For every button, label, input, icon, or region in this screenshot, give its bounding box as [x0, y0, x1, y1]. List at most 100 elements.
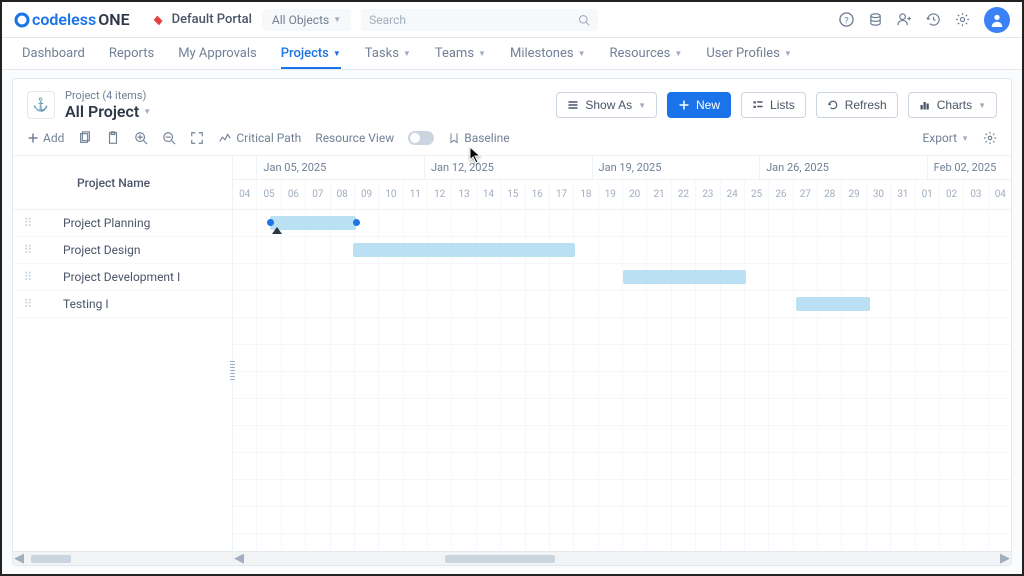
- day-header: 01: [916, 180, 940, 209]
- gantt-row[interactable]: [233, 264, 1011, 291]
- scrollbar-thumb[interactable]: [445, 555, 555, 563]
- gantt-bar[interactable]: [353, 243, 575, 257]
- day-header: 13: [452, 180, 476, 209]
- logo-icon: [14, 12, 30, 28]
- caret-down-icon: ▼: [333, 49, 341, 58]
- gantt-row[interactable]: [233, 372, 1011, 399]
- drag-grip-icon[interactable]: ⠿: [13, 243, 43, 257]
- nav-tasks[interactable]: Tasks▼: [365, 40, 411, 67]
- show-as-button[interactable]: Show As▼: [556, 92, 657, 118]
- day-header: 23: [696, 180, 720, 209]
- critical-path-button[interactable]: Critical Path: [218, 131, 301, 145]
- baseline-button[interactable]: Baseline: [448, 131, 509, 145]
- nav-user-profiles[interactable]: User Profiles▼: [706, 40, 791, 67]
- anchor-icon[interactable]: ⚓: [27, 91, 55, 119]
- gantt-bar[interactable]: [796, 297, 870, 311]
- day-header: 25: [745, 180, 769, 209]
- caret-down-icon: ▼: [403, 49, 411, 58]
- resource-view-button[interactable]: Resource View: [315, 131, 394, 145]
- user-add-icon[interactable]: [897, 12, 912, 27]
- right-scrollbar[interactable]: ◀▶: [233, 551, 1011, 565]
- help-icon[interactable]: ?: [839, 12, 854, 27]
- week-header: Jan 05, 2025: [257, 156, 425, 179]
- export-button[interactable]: Export▼: [922, 131, 969, 145]
- day-header: 08: [331, 180, 355, 209]
- gantt-row[interactable]: [233, 318, 1011, 345]
- gantt-row[interactable]: [233, 507, 1011, 534]
- drag-grip-icon[interactable]: ⠿: [13, 270, 43, 284]
- add-button[interactable]: Add: [27, 131, 64, 145]
- gantt-left-panel: Project Name ⠿Project Planning⠿Project D…: [13, 156, 233, 565]
- day-header: 31: [891, 180, 915, 209]
- new-button[interactable]: New: [667, 92, 731, 118]
- gantt-row[interactable]: [233, 291, 1011, 318]
- gantt-row[interactable]: [233, 237, 1011, 264]
- refresh-button[interactable]: Refresh: [816, 92, 898, 118]
- nav-reports[interactable]: Reports: [109, 40, 154, 67]
- zoom-in-icon[interactable]: [134, 131, 148, 145]
- paste-icon[interactable]: [106, 131, 120, 145]
- caret-down-icon: ▼: [578, 49, 586, 58]
- gantt-bar[interactable]: [270, 216, 356, 230]
- day-header: 28: [818, 180, 842, 209]
- week-header: Jan 12, 2025: [425, 156, 593, 179]
- resource-view-toggle[interactable]: [408, 131, 434, 145]
- portal-selector[interactable]: Default Portal: [152, 12, 252, 27]
- fullscreen-icon[interactable]: [190, 131, 204, 145]
- nav-resources[interactable]: Resources▼: [610, 40, 683, 67]
- day-header: 16: [526, 180, 550, 209]
- gantt-row[interactable]: [233, 480, 1011, 507]
- day-header: 22: [672, 180, 696, 209]
- copy-icon[interactable]: [78, 131, 92, 145]
- table-row[interactable]: ⠿Project Development I: [13, 264, 232, 291]
- timeline-weeks: Jan 05, 2025Jan 12, 2025Jan 19, 2025Jan …: [233, 156, 1011, 180]
- caret-down-icon: ▼: [674, 49, 682, 58]
- week-header: Jan 26, 2025: [760, 156, 928, 179]
- page: ⚓ Project (4 items) All Project▼ Show As…: [2, 70, 1022, 574]
- drag-grip-icon[interactable]: ⠿: [13, 297, 43, 311]
- gantt-chart: Project Name ⠿Project Planning⠿Project D…: [13, 156, 1011, 565]
- gantt-row[interactable]: [233, 399, 1011, 426]
- table-row[interactable]: ⠿Project Design: [13, 237, 232, 264]
- avatar[interactable]: [984, 7, 1010, 33]
- top-icons: ?: [839, 7, 1010, 33]
- object-selector-label: All Objects: [272, 13, 329, 27]
- page-title[interactable]: All Project▼: [65, 102, 151, 121]
- left-scrollbar[interactable]: ◀: [13, 551, 232, 565]
- drag-grip-icon[interactable]: ⠿: [13, 216, 43, 230]
- day-header: 11: [404, 180, 428, 209]
- day-header: 21: [647, 180, 671, 209]
- gear-icon[interactable]: [955, 12, 970, 27]
- settings-icon[interactable]: [983, 131, 997, 145]
- nav-dashboard[interactable]: Dashboard: [22, 40, 85, 67]
- day-header: 17: [550, 180, 574, 209]
- row-name: Project Development I: [43, 270, 180, 284]
- gantt-right-panel: Jan 05, 2025Jan 12, 2025Jan 19, 2025Jan …: [233, 156, 1011, 565]
- day-header: 30: [867, 180, 891, 209]
- search-input[interactable]: Search: [361, 9, 598, 31]
- gantt-row[interactable]: [233, 210, 1011, 237]
- gantt-row[interactable]: [233, 426, 1011, 453]
- week-header: Jan 19, 2025: [593, 156, 761, 179]
- scrollbar-thumb[interactable]: [31, 555, 71, 563]
- nav-teams[interactable]: Teams▼: [435, 40, 486, 67]
- gantt-row[interactable]: [233, 345, 1011, 372]
- nav-projects[interactable]: Projects▼: [281, 40, 341, 69]
- gantt-bar[interactable]: [623, 270, 746, 284]
- table-row[interactable]: ⠿Project Planning: [13, 210, 232, 237]
- object-selector[interactable]: All Objects ▼: [262, 9, 351, 31]
- app-logo: codelessONE: [14, 10, 130, 29]
- zoom-out-icon[interactable]: [162, 131, 176, 145]
- database-icon[interactable]: [868, 12, 883, 27]
- nav-milestones[interactable]: Milestones▼: [510, 40, 586, 67]
- nav-my-approvals[interactable]: My Approvals: [178, 40, 257, 67]
- table-row[interactable]: ⠿Testing I: [13, 291, 232, 318]
- portal-icon: [152, 13, 166, 27]
- history-icon[interactable]: [926, 12, 941, 27]
- row-name: Project Planning: [43, 216, 150, 230]
- charts-button[interactable]: Charts▼: [908, 92, 997, 118]
- day-header: 12: [428, 180, 452, 209]
- gantt-row[interactable]: [233, 453, 1011, 480]
- lists-button[interactable]: Lists: [741, 92, 806, 118]
- row-name: Project Design: [43, 243, 141, 257]
